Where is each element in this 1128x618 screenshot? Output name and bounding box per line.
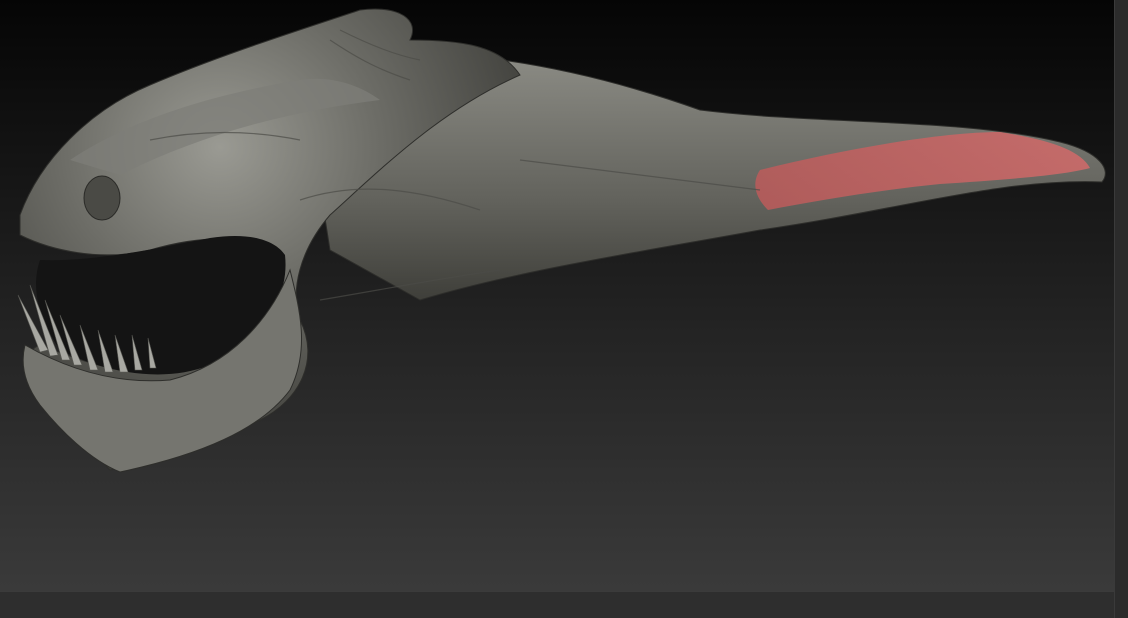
sculpting-app-window (0, 0, 1128, 618)
sculpted-creature-model[interactable] (0, 0, 1114, 591)
right-panel-edge[interactable] (1114, 0, 1128, 618)
model-eye-socket (83, 175, 121, 221)
bottom-status-strip (0, 591, 1114, 618)
3d-viewport-canvas[interactable] (0, 0, 1114, 591)
